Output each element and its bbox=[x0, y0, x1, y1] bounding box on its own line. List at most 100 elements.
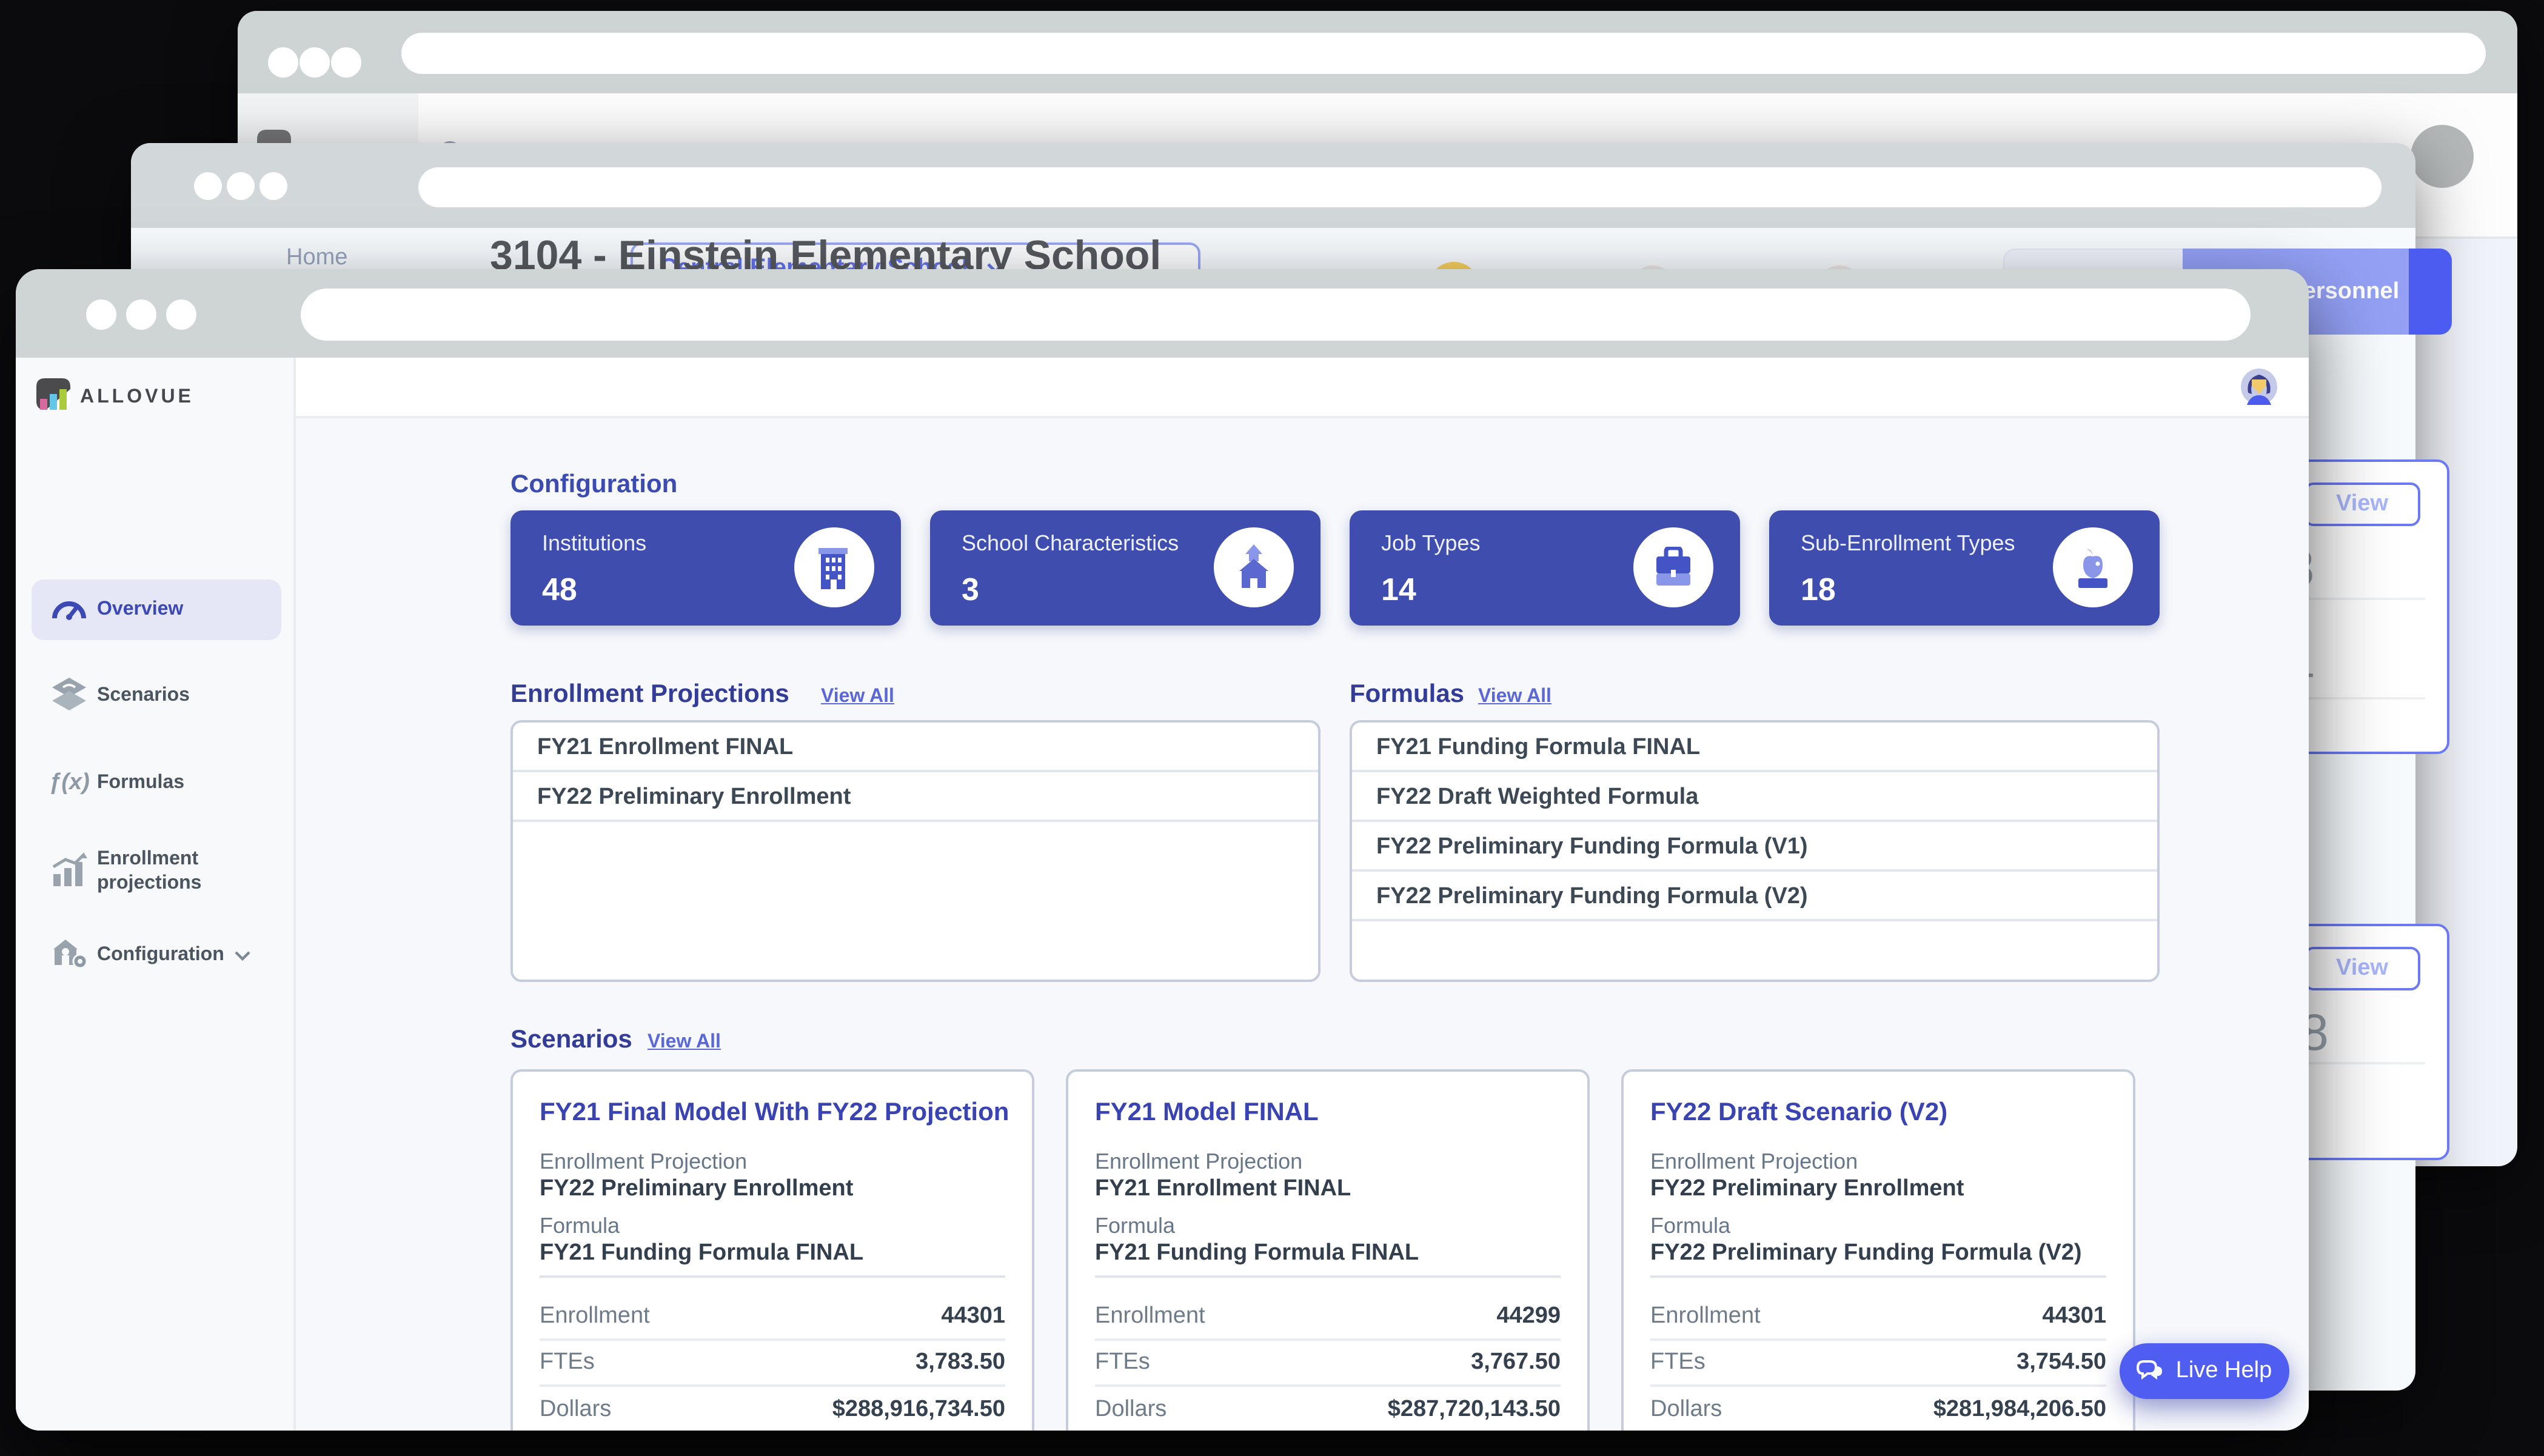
row-value: 44301 bbox=[2042, 1303, 2106, 1330]
list-item[interactable]: FY21 Enrollment FINAL bbox=[513, 723, 1318, 772]
traffic-dot[interactable] bbox=[166, 299, 196, 330]
traffic-dot[interactable] bbox=[86, 299, 116, 330]
row-label: Dollars bbox=[540, 1397, 611, 1423]
card-value: 48 bbox=[542, 571, 577, 609]
view-button[interactable]: View bbox=[2304, 483, 2420, 526]
sidebar-item-scenarios[interactable]: Scenarios bbox=[32, 666, 281, 726]
enrollment-projections-view-all[interactable]: View All bbox=[821, 686, 894, 708]
browser-window-front: ALLOVUE Overview Scenarios ƒ(x) Formulas bbox=[16, 269, 2309, 1431]
configuration-heading: Configuration bbox=[510, 470, 677, 499]
divider bbox=[1095, 1275, 1561, 1278]
url-bar[interactable] bbox=[418, 167, 2382, 207]
list-item[interactable]: FY22 Preliminary Funding Formula (V1) bbox=[1352, 822, 2157, 872]
scenario-card[interactable]: FY22 Draft Scenario (V2) Enrollment Proj… bbox=[1621, 1069, 2135, 1431]
traffic-dot[interactable] bbox=[227, 172, 255, 200]
traffic-dot[interactable] bbox=[268, 47, 298, 78]
card-job-types[interactable]: Job Types 14 bbox=[1350, 510, 1740, 626]
row-label: Enrollment bbox=[1650, 1303, 1761, 1330]
scenario-formula-value: FY21 Funding Formula FINAL bbox=[1095, 1240, 1419, 1267]
scenarios-view-all[interactable]: View All bbox=[648, 1032, 721, 1054]
formulas-list: FY21 Funding Formula FINAL FY22 Draft We… bbox=[1350, 720, 2160, 982]
scenario-formula-label: Formula bbox=[1095, 1214, 1175, 1239]
row-value: 3,783.50 bbox=[916, 1349, 1005, 1376]
sidebar: ALLOVUE Overview Scenarios ƒ(x) Formulas bbox=[16, 358, 296, 1431]
chevron-down-icon bbox=[234, 950, 251, 961]
divider bbox=[540, 1275, 1005, 1278]
scenario-card[interactable]: FY21 Final Model With FY22 Projection En… bbox=[510, 1069, 1034, 1431]
sidebar-item-formulas[interactable]: ƒ(x) Formulas bbox=[32, 753, 281, 813]
traffic-dot[interactable] bbox=[259, 172, 287, 200]
card-sub-enrollment-types[interactable]: Sub-Enrollment Types 18 bbox=[1769, 510, 2160, 626]
scenario-title: FY21 Model FINAL bbox=[1095, 1098, 1319, 1127]
traffic-dot[interactable] bbox=[194, 172, 222, 200]
briefcase-icon bbox=[1633, 527, 1713, 607]
list-item[interactable]: FY21 Funding Formula FINAL bbox=[1352, 723, 2157, 772]
layers-icon bbox=[41, 676, 97, 716]
row-value: $281,984,206.50 bbox=[1933, 1397, 2106, 1423]
front-content-header bbox=[296, 358, 2309, 418]
back-avatar[interactable] bbox=[2411, 125, 2474, 188]
row-label: FTEs bbox=[1095, 1349, 1150, 1376]
sidebar-item-overview[interactable]: Overview bbox=[32, 579, 281, 640]
scenarios-heading: Scenarios bbox=[510, 1026, 632, 1055]
scenario-ep-value: FY22 Preliminary Enrollment bbox=[1650, 1176, 1964, 1203]
row-label: FTEs bbox=[540, 1349, 595, 1376]
scenario-title: FY21 Final Model With FY22 Projection bbox=[540, 1098, 1009, 1127]
card-value: 3 bbox=[962, 571, 979, 609]
back-titlebar bbox=[238, 11, 2517, 93]
row-label: Enrollment bbox=[1095, 1303, 1205, 1330]
scenario-formula-label: Formula bbox=[1650, 1214, 1730, 1239]
overview-page: Configuration Institutions 48 School Cha… bbox=[296, 418, 2309, 1431]
row-label: FTEs bbox=[1650, 1349, 1705, 1376]
live-help-label: Live Help bbox=[2176, 1358, 2272, 1384]
row-value: $288,916,734.50 bbox=[832, 1397, 1005, 1423]
view-button[interactable]: View bbox=[2304, 947, 2420, 990]
traffic-dot[interactable] bbox=[126, 299, 156, 330]
scenario-formula-value: FY21 Funding Formula FINAL bbox=[540, 1240, 863, 1267]
row-label: Dollars bbox=[1095, 1397, 1167, 1423]
traffic-dot[interactable] bbox=[331, 47, 361, 78]
scenario-ep-label: Enrollment Projection bbox=[1095, 1149, 1302, 1175]
url-bar[interactable] bbox=[401, 33, 2486, 74]
chart-growth-icon bbox=[41, 852, 97, 892]
card-label: Sub-Enrollment Types bbox=[1801, 531, 2015, 556]
card-institutions[interactable]: Institutions 48 bbox=[510, 510, 901, 626]
scenario-ep-label: Enrollment Projection bbox=[540, 1149, 747, 1175]
card-school-characteristics[interactable]: School Characteristics 3 bbox=[930, 510, 1321, 626]
middle-titlebar bbox=[131, 143, 2415, 228]
home-breadcrumb[interactable]: Home bbox=[286, 245, 347, 272]
card-value: 18 bbox=[1801, 571, 1836, 609]
card-label: Institutions bbox=[542, 531, 646, 556]
list-item[interactable]: FY22 Preliminary Funding Formula (V2) bbox=[1352, 872, 2157, 921]
card-label: Job Types bbox=[1381, 531, 1480, 556]
card-label: School Characteristics bbox=[962, 531, 1179, 556]
fx-icon: ƒ(x) bbox=[41, 770, 97, 796]
url-bar[interactable] bbox=[301, 289, 2251, 341]
chat-bubbles-icon bbox=[2137, 1360, 2166, 1382]
live-help-button[interactable]: Live Help bbox=[2120, 1343, 2289, 1399]
scenario-ep-value: FY21 Enrollment FINAL bbox=[1095, 1176, 1351, 1203]
sidebar-brand-text: ALLOVUE bbox=[80, 387, 194, 409]
list-item[interactable]: FY22 Preliminary Enrollment bbox=[513, 772, 1318, 822]
apple-book-icon bbox=[2053, 527, 2133, 607]
row-label: Dollars bbox=[1650, 1397, 1722, 1423]
card-value: 14 bbox=[1381, 571, 1416, 609]
screenshot-stage: ALLOVUE Search... Feedback? Home Central… bbox=[0, 0, 2544, 1456]
user-avatar[interactable] bbox=[2241, 369, 2277, 405]
sidebar-item-label: Scenarios bbox=[97, 684, 190, 708]
enrollment-projections-list: FY21 Enrollment FINAL FY22 Preliminary E… bbox=[510, 720, 1321, 982]
front-titlebar bbox=[16, 269, 2309, 358]
sidebar-item-label: Formulas bbox=[97, 771, 184, 795]
sidebar-item-label: Enrollment projections bbox=[97, 847, 281, 896]
scenario-card[interactable]: FY21 Model FINAL Enrollment Projection F… bbox=[1066, 1069, 1590, 1431]
scenario-formula-value: FY22 Preliminary Funding Formula (V2) bbox=[1650, 1240, 2082, 1267]
formulas-view-all[interactable]: View All bbox=[1478, 686, 1552, 708]
sidebar-item-configuration[interactable]: Configuration bbox=[32, 925, 281, 986]
row-value: 3,767.50 bbox=[1471, 1349, 1561, 1376]
list-item[interactable]: FY22 Draft Weighted Formula bbox=[1352, 772, 2157, 822]
gauge-icon bbox=[41, 593, 97, 626]
row-value: 44301 bbox=[941, 1303, 1005, 1330]
traffic-dot[interactable] bbox=[300, 47, 330, 78]
schoolhouse-icon bbox=[1214, 527, 1294, 607]
sidebar-item-enrollment-projections[interactable]: Enrollment projections bbox=[32, 838, 281, 906]
